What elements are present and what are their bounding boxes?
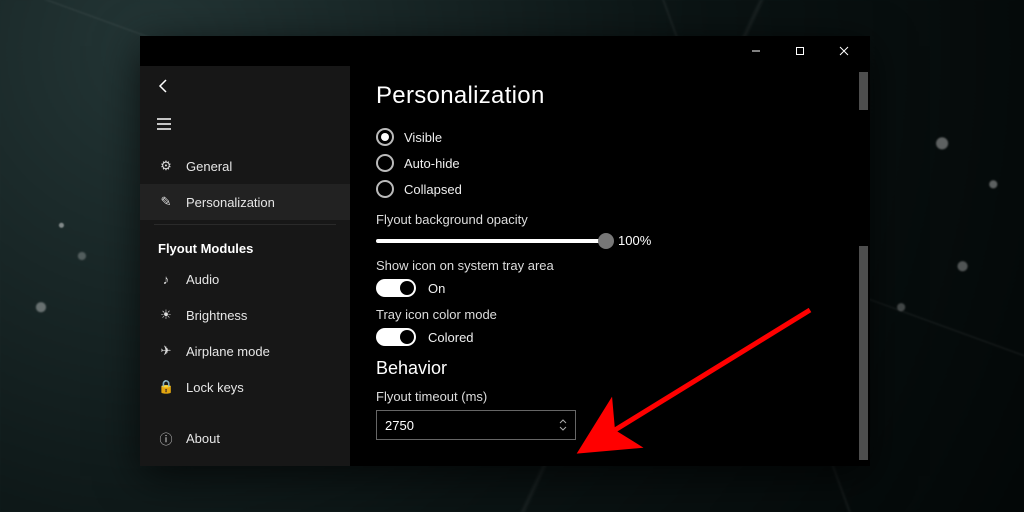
brightness-icon: ☀: [158, 307, 174, 323]
opacity-slider[interactable]: [376, 239, 606, 243]
timeout-value: 2750: [385, 418, 414, 433]
scrollbar-thumb-top[interactable]: [859, 72, 868, 110]
sidebar-item-about[interactable]: ⓘ About: [140, 419, 350, 458]
radio-label: Visible: [404, 130, 442, 145]
sidebar-item-brightness[interactable]: ☀ Brightness: [140, 297, 350, 333]
number-spinner[interactable]: [559, 418, 567, 432]
radio-label: Collapsed: [404, 182, 462, 197]
audio-icon: ♪: [158, 272, 174, 287]
sidebar-item-label: Personalization: [186, 195, 275, 210]
app-window: ⚙ General ✎ Personalization Flyout Modul…: [140, 36, 870, 466]
gear-icon: ⚙: [158, 158, 174, 174]
sidebar-item-label: Airplane mode: [186, 344, 270, 359]
trayicon-label: Show icon on system tray area: [376, 258, 836, 273]
traycolor-toggle[interactable]: [376, 328, 416, 346]
timeout-label: Flyout timeout (ms): [376, 389, 836, 404]
sidebar: ⚙ General ✎ Personalization Flyout Modul…: [140, 66, 350, 466]
sidebar-item-airplane[interactable]: ✈ Airplane mode: [140, 333, 350, 369]
trayicon-toggle[interactable]: [376, 279, 416, 297]
behavior-header: Behavior: [376, 358, 836, 379]
radio-autohide[interactable]: Auto-hide: [376, 150, 836, 176]
slider-thumb[interactable]: [598, 233, 614, 249]
radio-label: Auto-hide: [404, 156, 460, 171]
back-button[interactable]: [156, 78, 334, 99]
radio-visible[interactable]: Visible: [376, 124, 836, 150]
sidebar-item-audio[interactable]: ♪ Audio: [140, 262, 350, 297]
sidebar-item-general[interactable]: ⚙ General: [140, 148, 350, 184]
timeout-input[interactable]: 2750: [376, 410, 576, 440]
info-icon: ⓘ: [158, 429, 174, 448]
sidebar-separator: [154, 224, 336, 225]
opacity-label: Flyout background opacity: [376, 212, 836, 227]
pencil-icon: ✎: [158, 194, 174, 210]
airplane-icon: ✈: [158, 343, 174, 359]
radio-icon: [376, 154, 394, 172]
radio-collapsed[interactable]: Collapsed: [376, 176, 836, 202]
page-title: Personalization: [376, 82, 836, 110]
radio-icon: [376, 128, 394, 146]
sidebar-item-personalization[interactable]: ✎ Personalization: [140, 184, 350, 220]
minimize-button[interactable]: [734, 36, 778, 66]
close-button[interactable]: [822, 36, 866, 66]
traycolor-state: Colored: [428, 330, 474, 345]
main-panel: Personalization Visible Auto-hide Collap…: [350, 66, 870, 466]
lock-icon: 🔒: [158, 379, 174, 395]
traycolor-label: Tray icon color mode: [376, 307, 836, 322]
sidebar-item-label: Brightness: [186, 308, 247, 323]
window-titlebar: [140, 36, 870, 66]
sidebar-item-label: General: [186, 159, 232, 174]
sidebar-item-label: Lock keys: [186, 380, 244, 395]
scrollbar[interactable]: [856, 66, 870, 466]
scrollbar-thumb[interactable]: [859, 246, 868, 460]
opacity-value: 100%: [618, 233, 651, 248]
maximize-button[interactable]: [778, 36, 822, 66]
sidebar-item-label: Audio: [186, 272, 219, 287]
sidebar-item-label: About: [186, 431, 220, 446]
sidebar-section-header: Flyout Modules: [140, 229, 350, 262]
sidebar-item-lockkeys[interactable]: 🔒 Lock keys: [140, 369, 350, 405]
radio-icon: [376, 180, 394, 198]
trayicon-state: On: [428, 281, 445, 296]
window-content: ⚙ General ✎ Personalization Flyout Modul…: [140, 66, 870, 466]
hamburger-button[interactable]: [156, 117, 334, 136]
